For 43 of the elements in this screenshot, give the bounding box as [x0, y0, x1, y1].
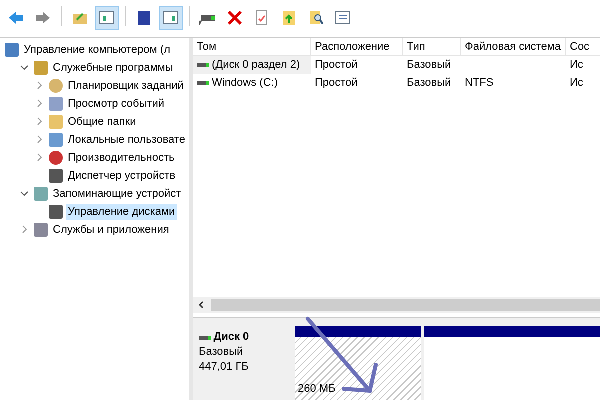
- column-header[interactable]: Том: [193, 38, 311, 55]
- column-header[interactable]: Тип: [403, 38, 461, 55]
- tree-item[interactable]: Планировщик заданий: [66, 78, 186, 94]
- disk-name: Диск 0: [214, 330, 250, 345]
- table-cell-text: Базовый: [407, 58, 452, 73]
- forward-arrow-icon: [34, 9, 52, 27]
- volume-icon: [197, 63, 209, 67]
- delete-icon: [226, 9, 244, 27]
- tree-item[interactable]: Производительность: [66, 150, 177, 166]
- tree-item[interactable]: Управление компьютером (л: [22, 42, 172, 58]
- table-cell-text: (Диск 0 раздел 2): [212, 58, 300, 73]
- tree-item[interactable]: Службы и приложения: [51, 222, 172, 238]
- pane-button[interactable]: [159, 6, 183, 30]
- back-arrow-icon: [7, 9, 25, 27]
- horizontal-scrollbar[interactable]: [193, 297, 600, 313]
- column-header[interactable]: Файловая система: [461, 38, 566, 55]
- tree-item[interactable]: Управление дисками: [66, 204, 178, 220]
- search-icon: [307, 9, 325, 27]
- pane-icon: [98, 9, 116, 27]
- partition-size: 260 МБ: [298, 382, 336, 396]
- tree-item[interactable]: Просмотр событий: [66, 96, 167, 112]
- partition[interactable]: [424, 326, 600, 400]
- system-partition[interactable]: 260 МБ: [295, 326, 421, 400]
- tree-item[interactable]: Локальные пользовате: [66, 132, 188, 148]
- tree-item[interactable]: Общие папки: [66, 114, 138, 130]
- tree-item[interactable]: Запоминающие устройст: [51, 186, 184, 202]
- tree-item[interactable]: Диспетчер устройств: [66, 168, 178, 184]
- table-cell-text: Простой: [315, 58, 358, 73]
- volume-icon: [197, 81, 209, 85]
- pane-button[interactable]: [95, 6, 119, 30]
- disk-type: Базовый: [199, 345, 244, 360]
- pane-icon: [162, 9, 180, 27]
- table-cell-text: Ис: [570, 76, 584, 91]
- table-cell-text: NTFS: [465, 76, 494, 91]
- tree-item[interactable]: Служебные программы: [51, 60, 176, 76]
- disk-size: 447,01 ГБ: [199, 360, 250, 375]
- table-cell-text: Ис: [570, 58, 584, 73]
- table-cell-text: Простой: [315, 76, 358, 91]
- table-cell-text: Windows (C:): [212, 76, 278, 91]
- column-header[interactable]: Расположение: [311, 38, 403, 55]
- table-cell-text: Базовый: [407, 76, 452, 91]
- properties-icon: [334, 9, 352, 27]
- column-header[interactable]: Сос: [566, 38, 600, 55]
